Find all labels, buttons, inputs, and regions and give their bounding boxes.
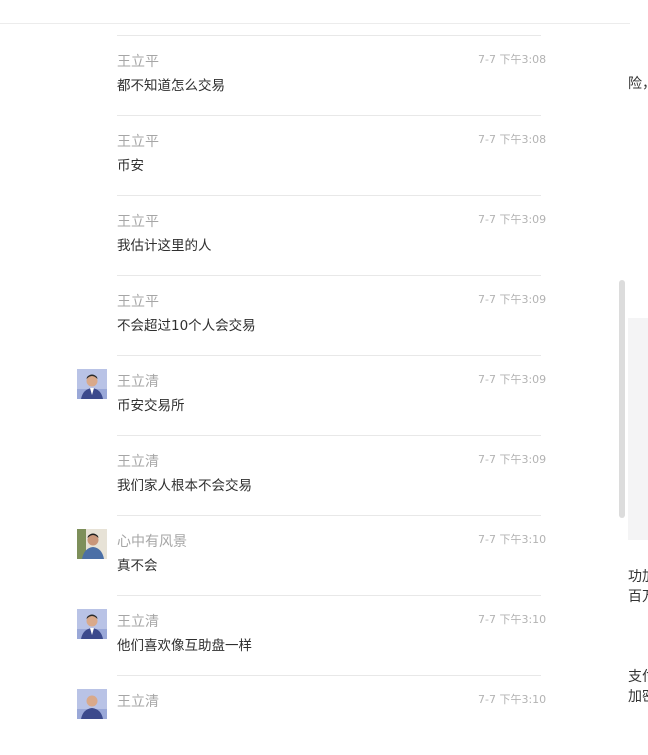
message-time: 7-7 下午3:09 — [478, 453, 547, 466]
sender-name[interactable]: 王立清 — [117, 611, 159, 631]
sender-name[interactable]: 心中有风景 — [117, 531, 187, 551]
message-time: 7-7 下午3:10 — [478, 693, 547, 706]
message-separator — [117, 435, 541, 436]
message-item[interactable]: 王立平 7-7 下午3:09 我估计这里的人 — [0, 195, 560, 275]
side-text-fragment: 险， — [628, 76, 648, 92]
message-text: 都不知道怎么交易 — [117, 78, 225, 94]
message-time: 7-7 下午3:08 — [478, 53, 547, 66]
scrollbar-thumb[interactable] — [619, 280, 625, 518]
sender-name[interactable]: 王立平 — [117, 291, 159, 311]
message-separator — [117, 515, 541, 516]
message-text: 我估计这里的人 — [117, 238, 212, 254]
message-text: 他们喜欢像互助盘一样 — [117, 638, 252, 654]
sender-name[interactable]: 王立平 — [117, 211, 159, 231]
side-text-fragment: 加密 — [628, 689, 648, 705]
chat-message-list: 王立平 7-7 下午3:08 都不知道怎么交易 王立平 7-7 下午3:08 币… — [0, 0, 560, 719]
message-item[interactable]: 王立清 7-7 下午3:10 他们喜欢像互助盘一样 — [0, 595, 560, 675]
man-in-suit-avatar-icon — [77, 689, 107, 719]
man-outdoor-avatar-icon — [77, 529, 107, 559]
side-panel-card — [628, 318, 648, 540]
sender-name[interactable]: 王立清 — [117, 691, 159, 711]
side-text-fragment: 百万 — [628, 589, 648, 605]
message-item[interactable]: 王立清 7-7 下午3:09 我们家人根本不会交易 — [0, 435, 560, 515]
message-item[interactable]: 王立平 7-7 下午3:08 币安 — [0, 115, 560, 195]
message-item[interactable]: 王立清 7-7 下午3:10 — [0, 675, 560, 755]
message-separator — [117, 195, 541, 196]
message-item[interactable]: 王立清 7-7 下午3:09 币安交易所 — [0, 355, 560, 435]
message-text: 真不会 — [117, 558, 158, 574]
message-separator — [117, 355, 541, 356]
message-time: 7-7 下午3:10 — [478, 533, 547, 546]
message-item[interactable]: 心中有风景 7-7 下午3:10 真不会 — [0, 515, 560, 595]
message-time: 7-7 下午3:09 — [478, 293, 547, 306]
side-text-fragment: 功加 — [628, 569, 648, 585]
message-text: 币安交易所 — [117, 398, 185, 414]
avatar[interactable] — [77, 689, 107, 719]
side-text-fragment: 支付 — [628, 669, 648, 685]
man-in-suit-avatar-icon — [77, 369, 107, 399]
sender-name[interactable]: 王立清 — [117, 451, 159, 471]
sender-name[interactable]: 王立平 — [117, 131, 159, 151]
message-time: 7-7 下午3:10 — [478, 613, 547, 626]
message-separator — [117, 595, 541, 596]
avatar[interactable] — [77, 369, 107, 399]
message-separator — [117, 675, 541, 676]
message-item[interactable]: 王立平 7-7 下午3:08 都不知道怎么交易 — [0, 35, 560, 115]
message-time: 7-7 下午3:09 — [478, 373, 547, 386]
message-separator — [117, 115, 541, 116]
message-separator — [117, 35, 541, 36]
message-time: 7-7 下午3:09 — [478, 213, 547, 226]
sender-name[interactable]: 王立清 — [117, 371, 159, 391]
avatar[interactable] — [77, 609, 107, 639]
message-text: 币安 — [117, 158, 144, 174]
avatar[interactable] — [77, 529, 107, 559]
message-text: 不会超过10个人会交易 — [117, 318, 256, 334]
man-in-suit-avatar-icon — [77, 609, 107, 639]
message-separator — [117, 275, 541, 276]
message-item[interactable]: 王立平 7-7 下午3:09 不会超过10个人会交易 — [0, 275, 560, 355]
message-text: 我们家人根本不会交易 — [117, 478, 252, 494]
sender-name[interactable]: 王立平 — [117, 51, 159, 71]
message-time: 7-7 下午3:08 — [478, 133, 547, 146]
